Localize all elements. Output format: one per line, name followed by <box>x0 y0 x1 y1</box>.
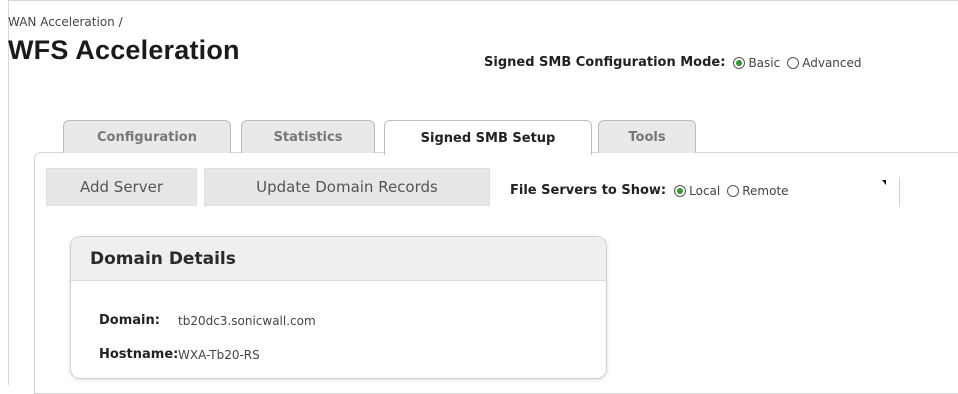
tab-tools[interactable]: Tools <box>598 120 696 153</box>
radio-selected-icon[interactable] <box>674 184 687 197</box>
file-servers-remote-radio[interactable]: Remote <box>727 183 789 198</box>
add-server-button[interactable]: Add Server <box>46 168 197 206</box>
radio-selected-icon[interactable] <box>733 56 746 69</box>
radio-unselected-icon[interactable] <box>727 184 740 197</box>
mode-advanced-radio[interactable]: Advanced <box>787 55 862 70</box>
tab-statistics[interactable]: Statistics <box>241 120 375 153</box>
breadcrumb[interactable]: WAN Acceleration / <box>8 15 123 29</box>
hostname-row: Hostname: WXA-Tb20-RS <box>99 347 260 362</box>
hostname-label: Hostname: <box>99 347 179 362</box>
mode-advanced-label: Advanced <box>802 55 862 70</box>
mode-basic-label: Basic <box>748 55 781 70</box>
top-border <box>8 0 958 1</box>
file-servers-label: File Servers to Show: <box>510 183 667 198</box>
page-title: WFS Acceleration <box>8 35 240 65</box>
tab-signed-smb-setup[interactable]: Signed SMB Setup <box>384 120 592 155</box>
file-servers-filter: File Servers to Show: Local Remote <box>510 183 796 198</box>
file-servers-local-label: Local <box>689 183 721 198</box>
update-domain-records-button[interactable]: Update Domain Records <box>204 168 490 206</box>
domain-details-card: Domain Details Domain: tb20dc3.sonicwall… <box>70 236 607 379</box>
hostname-value: WXA-Tb20-RS <box>178 347 260 362</box>
tab-configuration[interactable]: Configuration <box>63 120 231 153</box>
toolbar-divider <box>899 177 900 207</box>
domain-label: Domain: <box>99 313 160 328</box>
domain-row: Domain: tb20dc3.sonicwall.com <box>99 313 316 328</box>
mode-basic-radio[interactable]: Basic <box>733 56 780 70</box>
domain-details-title: Domain Details <box>71 237 606 281</box>
config-mode-label: Signed SMB Configuration Mode: <box>484 55 726 70</box>
file-servers-local-radio[interactable]: Local <box>674 184 720 198</box>
signed-smb-config-mode: Signed SMB Configuration Mode: Basic Adv… <box>484 55 869 70</box>
corner-arrow-icon <box>882 180 886 185</box>
radio-unselected-icon[interactable] <box>787 56 800 69</box>
file-servers-remote-label: Remote <box>742 183 789 198</box>
domain-value: tb20dc3.sonicwall.com <box>178 313 316 328</box>
